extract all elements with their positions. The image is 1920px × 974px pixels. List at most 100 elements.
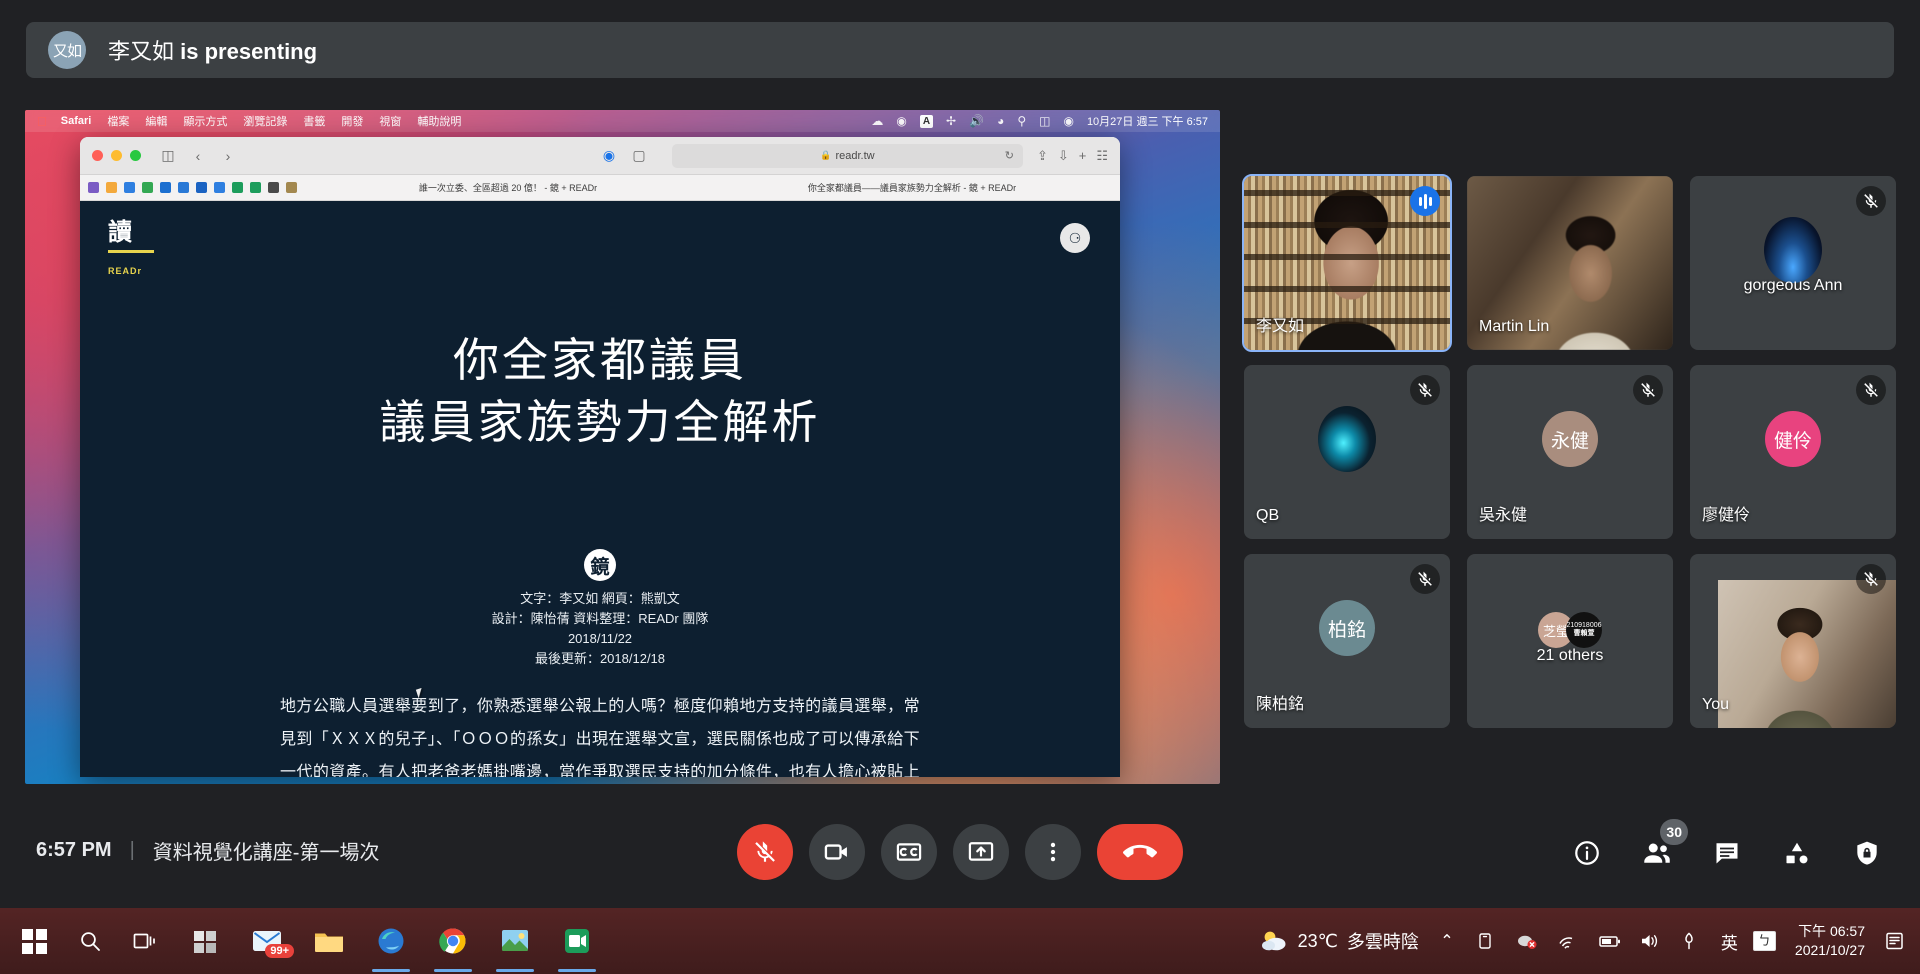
participant-tile-liaojianling[interactable]: 健伶 廖健伶 (1690, 365, 1896, 539)
reload-icon[interactable]: ↻ (1005, 149, 1014, 162)
participant-tile-liyouru[interactable]: 李又如 (1242, 174, 1452, 352)
battery-icon[interactable] (1598, 933, 1624, 949)
onedrive-icon[interactable] (1475, 932, 1501, 950)
safari-window[interactable]: ◫ ‹ › ◉ ▢ 🔒 readr.tw ↻ ⇪ ⇩ + ☷ 誰一次立委、全區超… (80, 137, 1120, 777)
menu-item-view[interactable]: 顯示方式 (183, 113, 227, 129)
safari-tab-active[interactable]: 你全家都議員——議員家族勢力全解析 - 鏡 + READr (708, 181, 1112, 194)
reader-view-icon[interactable]: ▢ (628, 147, 650, 164)
share-circle-icon[interactable]: ⚆ (1060, 223, 1090, 253)
mail-icon[interactable]: 99+ (236, 908, 298, 974)
participants-button[interactable]: 30 (1640, 819, 1688, 870)
volume-icon[interactable]: 🔊 (969, 114, 984, 128)
activities-button[interactable] (1780, 836, 1814, 870)
siri-icon[interactable]: ◉ (1063, 114, 1073, 128)
photos-icon[interactable] (484, 908, 546, 974)
menu-item-file[interactable]: 檔案 (107, 113, 129, 129)
dropbox-icon[interactable]: ☁ (871, 114, 883, 128)
windows-start-icon[interactable] (6, 908, 62, 974)
wifi-icon[interactable]: ◕ (997, 114, 1004, 128)
chevron-right-icon[interactable]: › (217, 148, 239, 164)
bookmark-item[interactable] (214, 182, 225, 193)
bookmark-item[interactable] (232, 182, 243, 193)
bluetooth-icon[interactable]: ✢ (946, 114, 956, 128)
menu-item-help[interactable]: 輔助說明 (417, 113, 461, 129)
captions-button[interactable] (881, 824, 937, 880)
participant-tile-gorgeous-ann[interactable]: gorgeous Ann (1690, 176, 1896, 350)
bookmark-item[interactable] (178, 182, 189, 193)
present-button[interactable] (953, 824, 1009, 880)
bookmark-item[interactable] (88, 182, 99, 193)
meet-window-icon[interactable] (546, 908, 608, 974)
participant-tile-wuyongjian[interactable]: 永健 吳永健 (1467, 365, 1673, 539)
bookmark-item[interactable] (250, 182, 261, 193)
readr-article-page[interactable]: 讀 READr ⚆ 你全家都議員 議員家族勢力全解析 鏡 文字：李又如 網頁：熊… (80, 201, 1120, 777)
pen-icon[interactable] (1680, 931, 1706, 951)
menu-item-history[interactable]: 瀏覽記錄 (243, 113, 287, 129)
control-center-icon[interactable]: ◫ (1039, 114, 1050, 128)
safari-tab-strip[interactable]: 誰一次立委、全區超過 20 億！ - 鏡 + READr 你全家都議員——議員家… (304, 181, 1112, 194)
meeting-details-button[interactable] (1570, 836, 1604, 870)
spotlight-icon[interactable]: ⚲ (1017, 114, 1026, 128)
camera-button[interactable] (809, 824, 865, 880)
participant-tile-others[interactable]: 芝瑩 210918006 曹賴萱 21 others (1467, 554, 1673, 728)
macos-clock[interactable]: 10月27日 週三 下午 6:57 (1087, 113, 1208, 129)
volume-icon[interactable] (1639, 932, 1665, 950)
notifications-icon[interactable] (1884, 930, 1910, 952)
chevron-up-icon[interactable]: ⌃ (1434, 931, 1460, 951)
safely-remove-icon[interactable] (1516, 932, 1542, 950)
macos-menu-bar[interactable]:  Safari 檔案 編輯 顯示方式 瀏覽記錄 書籤 開發 視窗 輔助說明 ☁… (25, 110, 1220, 132)
privacy-shield-icon[interactable]: ◉ (598, 147, 620, 164)
menu-item-safari[interactable]: Safari (61, 115, 92, 127)
network-icon[interactable] (1557, 932, 1583, 950)
microsoft-store-icon[interactable] (174, 908, 236, 974)
participant-tile-qb[interactable]: QB (1244, 365, 1450, 539)
bookmark-item[interactable] (268, 182, 279, 193)
safari-bookmarks-bar[interactable]: 誰一次立委、全區超過 20 億！ - 鏡 + READr 你全家都議員——議員家… (80, 175, 1120, 201)
menu-item-bookmarks[interactable]: 書籤 (303, 113, 325, 129)
bookmark-item[interactable] (106, 182, 117, 193)
participant-tile-chenbaiming[interactable]: 柏銘 陳柏銘 (1244, 554, 1450, 728)
microsoft-edge-icon[interactable] (360, 908, 422, 974)
input-mode-indicator[interactable]: ㄅ (1752, 931, 1776, 951)
show-tabs-icon[interactable]: ☷ (1096, 148, 1108, 164)
menu-item-edit[interactable]: 編輯 (145, 113, 167, 129)
apple-icon[interactable]:  (37, 114, 47, 129)
timemachine-icon[interactable]: ◉ (896, 114, 906, 128)
bookmark-item[interactable] (286, 182, 297, 193)
leave-call-button[interactable] (1097, 824, 1183, 880)
bookmark-item[interactable] (196, 182, 207, 193)
weather-widget[interactable]: 23℃ 多雲時陰 (1259, 928, 1419, 954)
minimize-icon[interactable] (111, 150, 122, 161)
download-icon[interactable]: ⇩ (1058, 148, 1069, 164)
maximize-icon[interactable] (130, 150, 141, 161)
microphone-off-button[interactable] (737, 824, 793, 880)
close-icon[interactable] (92, 150, 103, 161)
input-method-indicator[interactable]: 英 (1721, 929, 1738, 954)
readr-logo[interactable]: 讀 READr (108, 221, 154, 279)
sidebar-icon[interactable]: ◫ (157, 147, 179, 164)
menu-item-develop[interactable]: 開發 (341, 113, 363, 129)
taskbar-clock[interactable]: 下午 06:57 2021/10/27 (1791, 922, 1869, 960)
task-view-icon[interactable] (118, 908, 174, 974)
participant-tile-martin-lin[interactable]: Martin Lin (1467, 176, 1673, 350)
menu-item-window[interactable]: 視窗 (379, 113, 401, 129)
address-bar[interactable]: 🔒 readr.tw ↻ (671, 143, 1023, 168)
input-source-icon[interactable]: A (919, 114, 934, 128)
file-explorer-icon[interactable] (298, 908, 360, 974)
chat-button[interactable] (1710, 836, 1744, 870)
participant-tile-you[interactable]: You (1690, 554, 1896, 728)
more-options-button[interactable] (1025, 824, 1081, 880)
search-icon[interactable] (62, 908, 118, 974)
shared-screen-stage[interactable]:  Safari 檔案 編輯 顯示方式 瀏覽記錄 書籤 開發 視窗 輔助說明 ☁… (25, 110, 1220, 784)
bookmark-item[interactable] (160, 182, 171, 193)
window-controls[interactable] (92, 150, 141, 161)
share-icon[interactable]: ⇪ (1037, 148, 1048, 164)
safari-tab[interactable]: 誰一次立委、全區超過 20 億！ - 鏡 + READr (304, 181, 708, 194)
chevron-left-icon[interactable]: ‹ (187, 148, 209, 164)
shared-screen[interactable]:  Safari 檔案 編輯 顯示方式 瀏覽記錄 書籤 開發 視窗 輔助說明 ☁… (25, 110, 1220, 784)
host-controls-button[interactable] (1850, 836, 1884, 870)
bookmark-item[interactable] (124, 182, 135, 193)
plus-icon[interactable]: + (1079, 148, 1087, 164)
google-chrome-icon[interactable] (422, 908, 484, 974)
bookmark-item[interactable] (142, 182, 153, 193)
